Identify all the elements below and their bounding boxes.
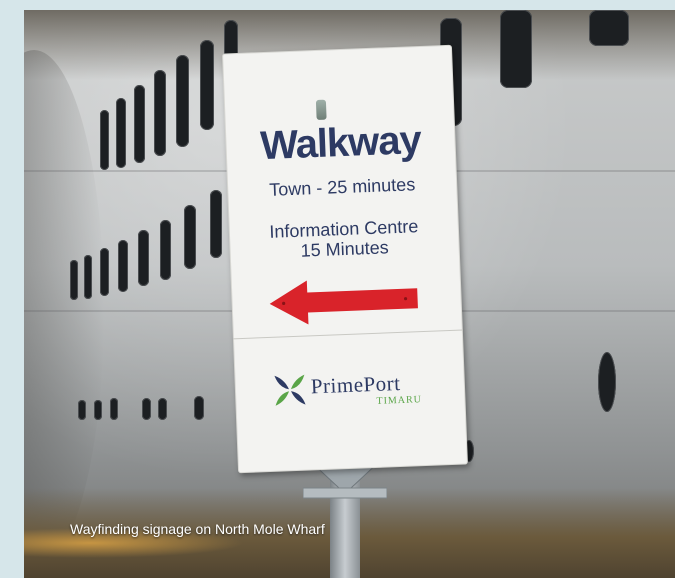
- sign-title: Walkway: [259, 118, 422, 169]
- porthole: [70, 260, 78, 300]
- page: { "photo": { "alt_icon": "photo", "sign"…: [0, 0, 675, 578]
- porthole: [210, 190, 222, 258]
- porthole: [110, 398, 118, 420]
- porthole: [176, 55, 189, 147]
- porthole: [598, 352, 616, 412]
- screw-icon: [315, 99, 327, 120]
- primeport-mark-icon: [274, 374, 306, 406]
- primeport-logo: PrimePort TIMARU: [272, 364, 434, 416]
- porthole: [589, 10, 629, 46]
- porthole: [184, 205, 196, 269]
- porthole: [138, 230, 149, 286]
- porthole: [158, 398, 167, 420]
- porthole: [118, 240, 128, 292]
- porthole: [116, 98, 126, 168]
- porthole: [200, 40, 214, 130]
- porthole: [154, 70, 166, 156]
- porthole: [100, 248, 109, 296]
- arrow-left-icon: [269, 280, 418, 325]
- porthole: [78, 400, 86, 420]
- porthole: [500, 10, 532, 88]
- porthole: [84, 255, 92, 299]
- walkway-sign: Walkway Town - 25 minutes Information Ce…: [222, 44, 468, 474]
- photo-caption: Wayfinding signage on North Mole Wharf: [70, 521, 325, 537]
- porthole: [160, 220, 171, 280]
- porthole: [100, 110, 109, 170]
- porthole: [94, 400, 102, 420]
- porthole: [194, 396, 204, 420]
- porthole: [142, 398, 151, 420]
- porthole: [134, 85, 145, 163]
- primeport-location: TIMARU: [376, 394, 423, 407]
